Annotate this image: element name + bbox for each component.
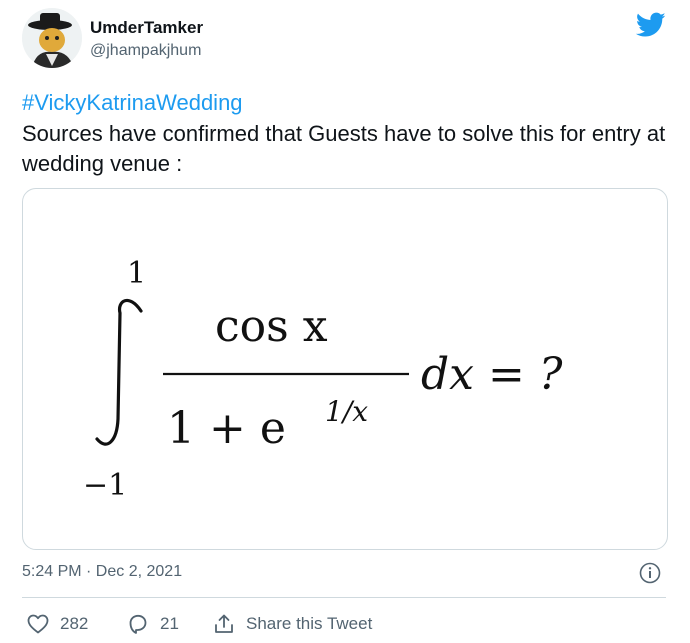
avatar[interactable] [22, 8, 82, 68]
author-handle[interactable]: @jhampakjhum [90, 42, 201, 60]
like-count: 282 [60, 614, 89, 633]
media-card[interactable]: 1 −1 cos x 1 + e 1/x dx = ? [22, 188, 668, 550]
twitter-bird-icon[interactable] [636, 12, 666, 38]
integral-sign-icon [95, 298, 143, 446]
equation-tail: dx = ? [421, 349, 563, 400]
reply-count: 21 [160, 614, 179, 633]
tweet-timestamp[interactable]: 5:24 PM · Dec 2, 2021 [22, 563, 182, 581]
integral-lower-limit: −1 [83, 468, 127, 503]
share-icon [215, 614, 233, 633]
fraction-denominator-exponent: 1/x [325, 395, 368, 428]
avatar-image [22, 8, 82, 68]
share-button[interactable]: Share this Tweet [212, 612, 372, 636]
heart-icon [27, 614, 49, 634]
like-button[interactable]: 282 [26, 612, 88, 636]
action-divider [22, 597, 666, 598]
tweet-text: Sources have confirmed that Guests have … [22, 121, 666, 176]
reply-bubble-icon [129, 614, 147, 634]
share-label: Share this Tweet [246, 614, 373, 633]
info-icon[interactable] [638, 561, 662, 585]
equation-image: 1 −1 cos x 1 + e 1/x dx = ? [83, 256, 563, 503]
author-display-name[interactable]: UmderTamker [90, 18, 203, 38]
reply-button[interactable]: 21 [126, 612, 179, 636]
hashtag-link[interactable]: #VickyKatrinaWedding [22, 90, 243, 116]
fraction-numerator: cos x [215, 301, 328, 352]
fraction-denominator-base: 1 + e [167, 403, 286, 454]
integral-upper-limit: 1 [127, 256, 146, 291]
